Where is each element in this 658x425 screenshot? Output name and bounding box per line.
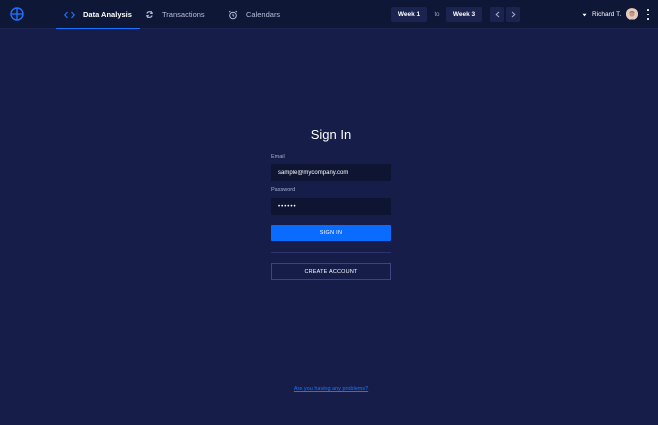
code-brackets-icon <box>64 11 75 18</box>
user-menu[interactable]: Richard T. <box>582 0 621 29</box>
week-range-separator: to <box>434 11 440 18</box>
next-week-button[interactable] <box>506 7 520 22</box>
top-navigation-bar: Data Analysis Transactions Calendars Wee… <box>0 0 658 29</box>
user-avatar-image <box>626 9 638 20</box>
page-title: Sign In <box>310 127 352 142</box>
create-account-button[interactable]: CREATE ACCOUNT <box>271 263 391 280</box>
chevron-right-icon <box>511 11 516 18</box>
sign-in-button[interactable]: SIGN IN <box>271 225 391 241</box>
caret-down-icon <box>582 13 587 16</box>
tab-label: Calendars <box>246 10 281 19</box>
alarm-clock-icon <box>228 10 238 19</box>
help-link[interactable]: Are you having any problems? <box>271 386 391 392</box>
email-field[interactable] <box>271 164 391 181</box>
app-logo-icon[interactable] <box>10 7 24 21</box>
password-label: Password <box>271 187 296 193</box>
more-options-icon[interactable] <box>646 9 650 20</box>
email-label: Email <box>271 154 285 160</box>
week-from-selector[interactable]: Week 1 <box>391 7 427 22</box>
user-name: Richard T. <box>592 11 622 18</box>
tab-transactions[interactable]: Transactions <box>145 0 205 29</box>
tab-calendars[interactable]: Calendars <box>228 0 280 29</box>
tab-label: Data Analysis <box>83 10 132 19</box>
tab-label: Transactions <box>162 10 205 19</box>
week-to-selector[interactable]: Week 3 <box>446 7 482 22</box>
avatar[interactable] <box>626 8 638 20</box>
previous-week-button[interactable] <box>490 7 504 22</box>
password-field[interactable] <box>271 198 391 215</box>
chevron-left-icon <box>494 11 499 18</box>
divider <box>271 252 391 253</box>
refresh-icon <box>145 11 154 18</box>
tab-data-analysis[interactable]: Data Analysis <box>56 0 140 29</box>
